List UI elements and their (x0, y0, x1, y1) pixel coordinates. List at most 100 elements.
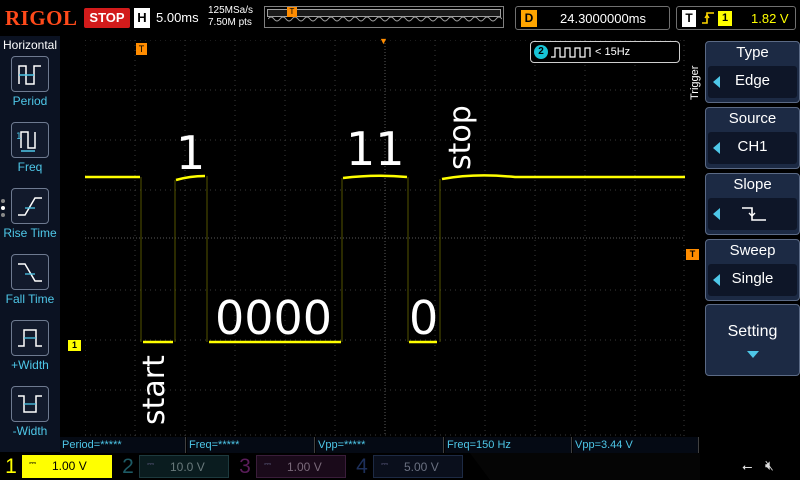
start-bit-label: start (137, 355, 172, 425)
measurement-freq-ch[interactable]: Freq=150 Hz (445, 437, 572, 453)
trigger-type-button[interactable]: Type Edge (705, 41, 800, 103)
trigger-menu-tab: Trigger (689, 60, 703, 110)
acquisition-info: 125MSa/s 7.50M pts (208, 5, 253, 29)
channel-2-number: 2 (122, 455, 134, 478)
ch2-frequency-counter: 2 < 15Hz (530, 41, 680, 63)
channel-1-number: 1 (5, 455, 17, 478)
trigger-sweep-button[interactable]: Sweep Single (705, 239, 800, 301)
trigger-indicator: T (682, 10, 696, 27)
trigger-source-channel: 1 (718, 11, 732, 26)
falling-edge-icon (742, 207, 766, 221)
trigger-source-value-box: CH1 (708, 132, 797, 164)
trigger-menu: Type Edge Source CH1 Slope Sweep Single (705, 36, 800, 436)
graticule (85, 40, 685, 436)
period-label: Period (12, 94, 48, 108)
ch1-offset-marker[interactable]: 1 (68, 340, 81, 351)
channel-2-button[interactable]: 2 ⎓ 10.0 V (117, 453, 232, 480)
channel-3-button[interactable]: 3 ⎓ 1.00 V (234, 453, 349, 480)
overview-window (267, 9, 503, 22)
dc-coupling-icon: ⎓ (264, 459, 272, 469)
channel-4-scale: 5.00 V (404, 460, 439, 474)
measure-rise-time-button[interactable]: Rise Time (0, 188, 60, 250)
measure-positive-width-button[interactable]: +Width (0, 320, 60, 382)
overview-wave (267, 16, 503, 22)
channel-4-button[interactable]: 4 ⎓ 5.00 V (351, 453, 466, 480)
channel-4-box: ⎓ 5.00 V (373, 455, 463, 478)
trigger-slope-button[interactable]: Slope (705, 173, 800, 235)
measurement-vpp[interactable]: Vpp=***** (316, 437, 444, 453)
trigger-level-marker[interactable]: T (686, 249, 699, 260)
trigger-status[interactable]: T 1 1.82 V (676, 6, 796, 30)
positive-width-icon (11, 320, 49, 356)
bit-label-1: 1 (176, 126, 206, 180)
down-arrow-icon (747, 351, 759, 358)
channel-1-box: ⎓ 1.00 V (22, 455, 112, 478)
brand-logo: RIGOL (5, 6, 78, 30)
timebase-value[interactable]: 5.00ms (156, 8, 199, 28)
rise-time-icon (11, 188, 49, 224)
channel-3-scale: 1.00 V (287, 460, 322, 474)
channel-4-number: 4 (356, 455, 368, 478)
time-position-marker[interactable]: T (136, 43, 147, 55)
dc-coupling-icon: ⎓ (381, 459, 389, 469)
trigger-sweep-value: Single (731, 270, 774, 287)
ch2-badge: 2 (534, 45, 548, 59)
measurement-freq[interactable]: Freq=***** (187, 437, 315, 453)
waveform-display[interactable] (85, 40, 685, 436)
dc-coupling-icon: ⎓ (147, 459, 155, 469)
svg-text:1: 1 (16, 132, 22, 142)
horizontal-delay[interactable]: D 24.3000000ms (515, 6, 670, 30)
rising-edge-icon (701, 10, 715, 30)
channel-3-number: 3 (239, 455, 251, 478)
setting-label: Setting (727, 323, 778, 340)
freq-label: Freq (17, 160, 43, 174)
measure-fall-time-button[interactable]: Fall Time (0, 254, 60, 316)
rise-time-label: Rise Time (3, 226, 57, 240)
trigger-source-title: Source (728, 110, 777, 127)
horizontal-measure-menu: Horizontal Period 1 Freq Rise Time Fall … (0, 36, 60, 452)
trigger-menu-label: Trigger (689, 65, 701, 100)
fall-time-label: Fall Time (5, 292, 55, 306)
bit-label-0000: 0000 (215, 291, 333, 345)
channel-2-box: ⎓ 10.0 V (139, 455, 229, 478)
stop-bit-label: stop (443, 105, 478, 170)
channel-bar-filler (470, 453, 700, 480)
ch2-frequency-value: < 15Hz (595, 46, 631, 58)
trigger-slope-value-box (708, 198, 797, 230)
delay-indicator: D (521, 10, 537, 27)
time-center-marker: ▼ (379, 36, 388, 46)
dc-coupling-icon: ⎓ (29, 458, 37, 468)
measurement-vpp-ch[interactable]: Vpp=3.44 V (573, 437, 699, 453)
run-stop-status[interactable]: STOP (84, 8, 130, 28)
trigger-type-value-box: Edge (708, 66, 797, 98)
measure-negative-width-button[interactable]: -Width (0, 386, 60, 448)
measure-period-button[interactable]: Period (0, 56, 60, 118)
trigger-type-title: Type (736, 44, 769, 61)
speaker-mute-icon[interactable]: 🔇︎ (765, 457, 774, 474)
channel-1-button[interactable]: 1 ⎓ 1.00 V (0, 453, 115, 480)
trigger-sweep-value-box: Single (708, 264, 797, 296)
trigger-sweep-title: Sweep (729, 242, 776, 259)
overview-trigger-marker: T (287, 7, 297, 17)
trigger-source-value: CH1 (737, 138, 768, 155)
trigger-type-value: Edge (734, 72, 771, 89)
trigger-source-button[interactable]: Source CH1 (705, 107, 800, 169)
menu-title: Horizontal (2, 38, 58, 52)
trigger-setting-button[interactable]: Setting (705, 304, 800, 376)
memory-depth: 7.50M pts (208, 17, 252, 28)
positive-width-label: +Width (11, 358, 49, 372)
measurement-period[interactable]: Period=***** (60, 437, 186, 453)
left-arrow-icon (713, 208, 720, 220)
delay-value: 24.3000000ms (560, 11, 647, 26)
measurement-bar: Period=***** Freq=***** Vpp=***** Freq=1… (60, 437, 700, 453)
measure-freq-button[interactable]: 1 Freq (0, 122, 60, 184)
freq-icon: 1 (11, 122, 49, 158)
bit-label-0: 0 (409, 291, 439, 345)
timebase-indicator: H (134, 8, 150, 28)
memory-overview: T (264, 6, 504, 28)
fall-time-icon (11, 254, 49, 290)
channel-1-scale: 1.00 V (52, 459, 87, 473)
period-icon (11, 56, 49, 92)
trigger-level-value: 1.82 V (751, 11, 789, 26)
trigger-slope-title: Slope (733, 176, 772, 193)
